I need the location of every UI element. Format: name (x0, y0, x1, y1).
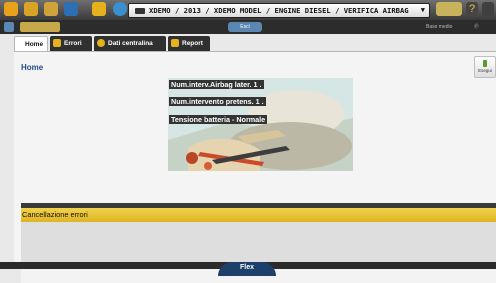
help-icon[interactable]: ? (466, 2, 478, 16)
document-icon (171, 39, 179, 48)
car-interior-illustration (168, 78, 353, 171)
pretensioner-count-label: Num.intervento pretens. 1 . (169, 97, 266, 106)
settings-icon[interactable] (482, 2, 494, 16)
secondary-toolbar: Esci Base medio Ⓟ (0, 20, 496, 34)
results-area (21, 222, 496, 262)
breadcrumb[interactable]: XDEMO / 2013 / XDEMO MODEL / ENGINE DIES… (128, 3, 430, 18)
connection-icon[interactable] (4, 22, 14, 32)
tab-home[interactable]: Home (14, 36, 48, 51)
battery-voltage-label: Tensione batteria - Normale (169, 115, 268, 124)
tab-errori[interactable]: Errori (50, 36, 92, 51)
gear-icon (97, 39, 105, 48)
airbag-illustration: Num.interv.Airbag later. 1 . Num.interve… (168, 78, 353, 171)
run-icon (483, 60, 487, 67)
airbag-count-label: Num.interv.Airbag later. 1 . (169, 80, 264, 89)
brand-logo: Flex (218, 262, 276, 276)
base-medio-label[interactable]: Base medio (426, 22, 456, 32)
tab-report[interactable]: Report (168, 36, 210, 51)
home-icon[interactable] (4, 2, 18, 16)
tab-dati-centralina[interactable]: Dati centralina (94, 36, 166, 51)
clear-errors-row[interactable]: Cancellazione errori (21, 208, 496, 222)
breadcrumb-text: XDEMO / 2013 / XDEMO MODEL / ENGINE DIES… (149, 6, 409, 15)
exit-button[interactable]: Esci (228, 22, 262, 32)
page-title: Home (21, 63, 44, 72)
vehicle-icon (135, 8, 145, 14)
folder-icon[interactable] (64, 2, 78, 16)
info-icon[interactable] (92, 2, 106, 16)
back-icon[interactable] (24, 2, 38, 16)
globe-icon[interactable] (113, 2, 127, 16)
extra-control[interactable]: Ⓟ (474, 22, 494, 32)
top-toolbar: XDEMO / 2013 / XDEMO MODEL / ENGINE DIES… (0, 0, 496, 20)
vehicle-brand-icon[interactable] (436, 2, 462, 16)
vehicle-info-button[interactable] (20, 22, 60, 32)
warning-icon (53, 39, 61, 48)
car-icon[interactable] (44, 2, 58, 16)
esegui-button[interactable]: Esegui (474, 56, 496, 78)
chevron-down-icon: ▼ (420, 6, 425, 14)
